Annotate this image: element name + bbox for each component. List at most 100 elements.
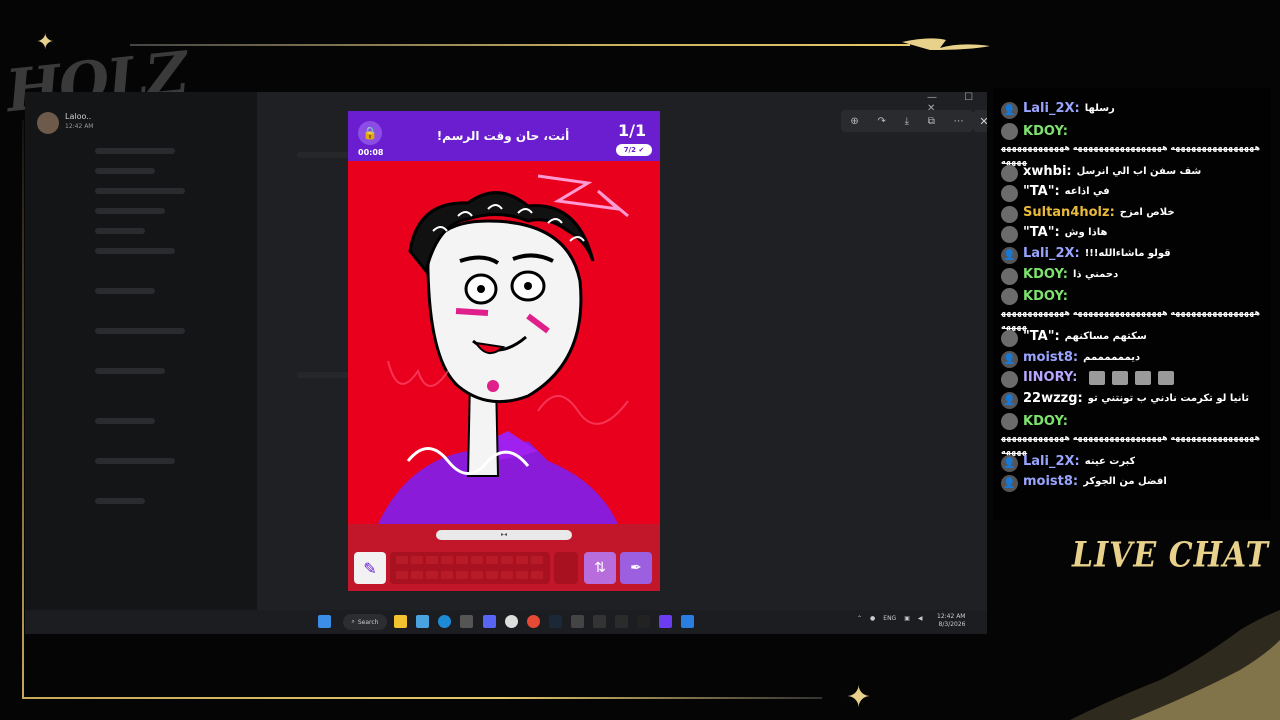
chat-message: 👤 Lali_2X: قولو ماشاءالله!!!: [1001, 247, 1263, 264]
avatar: [1001, 185, 1018, 203]
avatar[interactable]: [37, 112, 59, 134]
chat-username[interactable]: IINORY:: [1023, 371, 1077, 384]
steam-icon[interactable]: [549, 615, 562, 628]
app-icon[interactable]: [637, 615, 650, 628]
edit-icon[interactable]: ✎: [354, 552, 386, 584]
chat-username[interactable]: KDOY:: [1023, 268, 1068, 281]
avatar: [1001, 122, 1018, 140]
obs-icon[interactable]: [505, 615, 518, 628]
app-icon[interactable]: [571, 615, 584, 628]
avatar: [1001, 164, 1018, 182]
mic-icon[interactable]: ●: [870, 615, 875, 622]
drawing-slots: [390, 552, 550, 584]
chat-username[interactable]: moist8:: [1023, 351, 1078, 364]
chat-message: 👤 22wzzg: ثانيا لو تكرمت نادني ب تونتني تو: [1001, 392, 1263, 409]
windows-start-icon[interactable]: [318, 615, 331, 628]
chat-text: قولو ماشاءالله!!!: [1084, 248, 1171, 259]
volume-icon[interactable]: ◀: [918, 615, 923, 622]
chat-username[interactable]: KDOY:: [1023, 290, 1068, 303]
chat-username[interactable]: Lali_2X:: [1023, 102, 1080, 115]
avatar: [1001, 226, 1018, 244]
chat-username[interactable]: "TA":: [1023, 185, 1060, 198]
chat-username[interactable]: KDOY:: [1023, 415, 1068, 428]
avatar: [1001, 267, 1018, 285]
network-icon[interactable]: ▣: [904, 615, 910, 622]
chat-message: KDOY: ههههههههههههههههه ههههههههههههههههه…: [1001, 122, 1263, 168]
star-icon: ✦: [846, 680, 872, 715]
clock-time: 12:42 AM: [937, 613, 966, 620]
close-icon[interactable]: ✕: [973, 110, 987, 132]
store-icon[interactable]: [416, 615, 429, 628]
chat-username[interactable]: KDOY:: [1023, 125, 1068, 138]
more-icon[interactable]: ⋯: [954, 116, 964, 127]
language-indicator[interactable]: ENG: [883, 615, 896, 622]
chat-username[interactable]: "TA":: [1023, 330, 1060, 343]
emote-icon: [1158, 371, 1175, 386]
frame-line-left: [22, 120, 24, 698]
emote-icon: [1112, 371, 1129, 386]
chat-message: IINORY:: [1001, 371, 1263, 389]
drawing-canvas[interactable]: [348, 161, 660, 524]
user-icon: 👤: [1001, 247, 1018, 264]
avatar: [1001, 330, 1018, 348]
chat-text: ههههههههههههههههه هههههههههههههههههه ههه…: [1001, 308, 1261, 332]
chat-message: KDOY: ههههههههههههههههه ههههههههههههههههه…: [1001, 288, 1263, 333]
user-icon: 👤: [1001, 475, 1018, 493]
lock-icon[interactable]: 🔒: [358, 121, 382, 145]
chat-username[interactable]: xwhbi:: [1023, 165, 1072, 178]
app-icon[interactable]: [681, 615, 694, 628]
chat-text: دحمني ذا: [1072, 268, 1119, 280]
avatar: [1001, 412, 1018, 430]
timeline-scrubber[interactable]: ▸◂: [436, 530, 572, 540]
avatar: [1001, 288, 1018, 306]
download-icon[interactable]: ⤓: [905, 116, 909, 127]
chat-username[interactable]: Sultan4holz:: [1023, 206, 1115, 219]
emote-icon: [1135, 371, 1152, 386]
live-chat-panel: 👤 Lali_2X: رسلها KDOY: ههههههههههههههههه ههه…: [993, 88, 1271, 520]
user-icon: 👤: [1001, 102, 1018, 119]
app-icon[interactable]: [659, 615, 672, 628]
brush-settings-icon[interactable]: ⇅: [584, 552, 616, 584]
file-explorer-icon[interactable]: [394, 615, 407, 628]
windows-taskbar: ⌕ Search ⌃ ● ENG ▣ ◀ 12:42 AM 8/3/2026: [25, 610, 987, 634]
search-label: Search: [357, 618, 379, 626]
avatar: [1001, 371, 1018, 389]
user-icon: 👤: [1001, 454, 1018, 472]
chat-username[interactable]: 22wzzg:: [1023, 392, 1083, 405]
chat-username[interactable]: "TA":: [1023, 226, 1060, 239]
chevron-up-icon[interactable]: ⌃: [857, 615, 862, 622]
chat-text: هاذا وش: [1064, 227, 1108, 239]
message-time: 12:42 AM: [65, 123, 94, 130]
timer: 00:08: [358, 148, 384, 157]
chat-text: ههههههههههههههههه هههههههههههههههههه ههه…: [1001, 142, 1261, 166]
taskbar-clock[interactable]: 12:42 AM 8/3/2026: [937, 613, 965, 629]
frame-line-bottom: [22, 697, 822, 699]
forward-icon[interactable]: ↷: [877, 116, 885, 127]
app-icon[interactable]: [615, 615, 628, 628]
chat-text: في اذاعه: [1064, 186, 1110, 198]
chat-username[interactable]: moist8:: [1023, 475, 1078, 488]
edge-icon[interactable]: [438, 615, 451, 628]
zoom-in-icon[interactable]: ⊕: [850, 116, 858, 127]
drawing-slot: [554, 552, 578, 584]
app-icon[interactable]: [460, 615, 473, 628]
discord-icon[interactable]: [483, 615, 496, 628]
chat-text: كبرت عينه: [1084, 455, 1136, 467]
chat-message: xwhbi: شف سفن اب الي انرسل: [1001, 164, 1263, 182]
chat-username[interactable]: Lali_2X:: [1023, 247, 1080, 260]
open-external-icon[interactable]: ⧉: [928, 116, 935, 127]
gartic-game-panel: 🔒 00:08 أنت، حان وقت الرسم! 1/1 7/2 ✔ ▸◂…: [348, 111, 660, 591]
taskbar-search[interactable]: ⌕ Search: [343, 614, 387, 630]
gold-brush-stroke: [902, 38, 990, 50]
chat-message: 👤 Lali_2X: كبرت عينه: [1001, 454, 1263, 472]
app-icon[interactable]: [593, 615, 606, 628]
star-icon: ✦: [36, 30, 55, 55]
chat-text: ثانيا لو تكرمت نادني ب تونتني تو: [1087, 393, 1249, 404]
pen-icon[interactable]: ✒: [620, 552, 652, 584]
chat-message: "TA": سكتهم مساكنهم: [1001, 330, 1263, 348]
round-counter: 1/1: [618, 121, 647, 140]
chrome-icon[interactable]: [527, 615, 540, 628]
avatar: [1001, 205, 1018, 223]
chat-message: 👤 moist8: ديممممممم: [1001, 350, 1263, 368]
chat-username[interactable]: Lali_2X:: [1023, 455, 1080, 468]
